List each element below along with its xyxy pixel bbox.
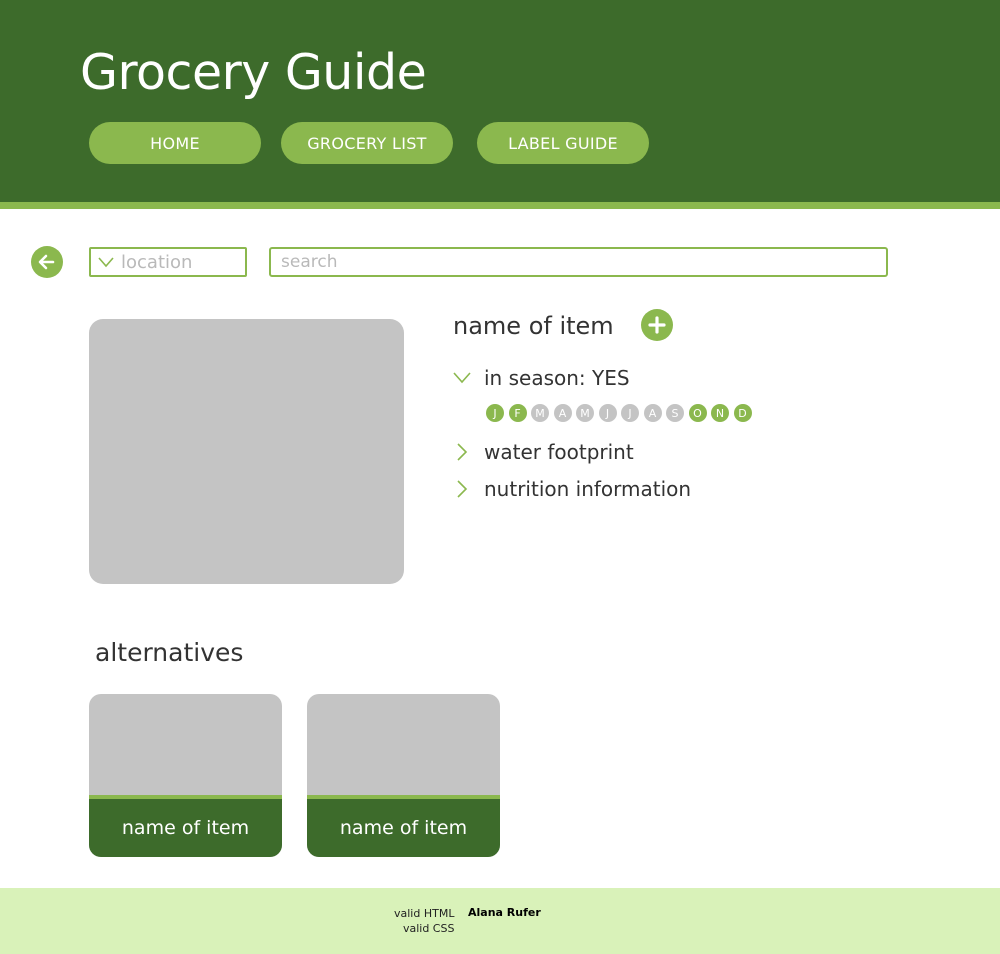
chevron-right-icon	[452, 442, 472, 462]
month-indicator: J	[486, 404, 504, 422]
month-indicator: O	[688, 404, 707, 422]
chevron-right-icon	[452, 479, 472, 499]
in-season-toggle[interactable]: in season: YES	[452, 366, 630, 390]
plus-icon	[648, 316, 666, 334]
month-indicator: M	[531, 404, 549, 422]
month-indicator: A	[553, 404, 572, 422]
item-image	[89, 319, 404, 584]
valid-css-link[interactable]: valid CSS	[394, 921, 455, 936]
site-header: Grocery Guide HOME GROCERY LIST LABEL GU…	[0, 0, 1000, 202]
month-indicator: D	[733, 404, 752, 422]
alternative-card[interactable]: name of item	[307, 694, 500, 857]
alternative-name: name of item	[89, 799, 282, 857]
alternatives-heading: alternatives	[95, 638, 244, 667]
nutrition-information-toggle[interactable]: nutrition information	[452, 477, 691, 501]
water-footprint-toggle[interactable]: water footprint	[452, 440, 634, 464]
chevron-down-icon	[452, 368, 472, 388]
month-indicator: A	[643, 404, 662, 422]
back-button[interactable]	[31, 246, 63, 278]
nav-home-button[interactable]: HOME	[89, 122, 261, 164]
season-months: JFMAMJJASOND	[486, 404, 752, 422]
water-footprint-label: water footprint	[484, 440, 634, 464]
item-name: name of item	[453, 312, 614, 340]
valid-html-link[interactable]: valid HTML	[394, 906, 454, 921]
validation-links: valid HTML valid CSS	[394, 906, 454, 936]
header-divider	[0, 202, 1000, 209]
month-indicator: J	[598, 404, 617, 422]
nav-label-guide-button[interactable]: LABEL GUIDE	[477, 122, 649, 164]
site-footer: valid HTML valid CSS Alana Rufer	[0, 888, 1000, 954]
location-dropdown[interactable]: location	[89, 247, 247, 277]
nav-grocery-list-button[interactable]: GROCERY LIST	[281, 122, 453, 164]
nutrition-information-label: nutrition information	[484, 477, 692, 501]
chevron-down-icon	[98, 257, 114, 268]
month-indicator: S	[666, 404, 684, 422]
month-indicator: N	[711, 404, 729, 422]
add-to-list-button[interactable]	[641, 309, 673, 341]
month-indicator: J	[621, 404, 639, 422]
location-label: location	[121, 251, 193, 273]
month-indicator: M	[576, 404, 594, 422]
author-name: Alana Rufer	[468, 906, 541, 919]
site-title: Grocery Guide	[80, 44, 427, 101]
month-indicator: F	[508, 404, 527, 422]
arrow-left-icon	[38, 254, 55, 270]
search-input[interactable]	[269, 247, 888, 277]
alternative-name: name of item	[307, 799, 500, 857]
in-season-label: in season: YES	[484, 366, 630, 390]
alternative-card[interactable]: name of item	[89, 694, 282, 857]
